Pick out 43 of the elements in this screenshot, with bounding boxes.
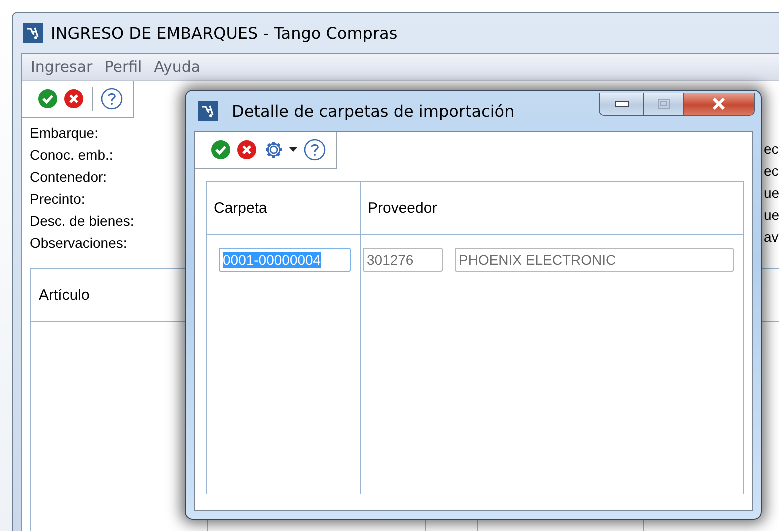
cancel-button[interactable] [64, 89, 84, 109]
check-icon [38, 89, 58, 109]
close-button[interactable] [684, 93, 754, 115]
supplier-name-field[interactable]: PHOENIX ELECTRONIC [455, 248, 734, 272]
field-label: Observaciones: [30, 234, 128, 253]
folder-input[interactable]: 0001-00000004 [219, 248, 351, 272]
maximize-icon [658, 99, 670, 109]
maximize-button[interactable] [644, 93, 684, 115]
confirm-button[interactable] [38, 89, 58, 109]
dialog-title: Detalle de carpetas de importación [232, 102, 515, 120]
column-header: Proveedor [368, 200, 438, 216]
app-logo-icon [23, 23, 43, 43]
confirm-button[interactable] [211, 140, 231, 160]
supplier-code-field[interactable]: 301276 [363, 248, 443, 272]
field-label: Embarque: [30, 124, 98, 143]
field-label: av [764, 228, 779, 247]
field-label: Contenedor: [30, 168, 108, 187]
window-title: INGRESO DE EMBARQUES - Tango Compras [51, 24, 398, 42]
help-button[interactable] [304, 139, 326, 161]
minimize-button[interactable] [600, 93, 644, 115]
caret-icon [289, 147, 298, 153]
close-icon [712, 98, 726, 110]
field-label: ec [764, 140, 779, 159]
field-label: Conoc. emb.: [30, 146, 114, 165]
menu-item[interactable]: Ingresar [26, 58, 98, 76]
field-label: Desc. de bienes: [30, 212, 134, 231]
check-icon [211, 140, 231, 160]
settings-button[interactable] [263, 139, 298, 161]
menu-item[interactable]: Perfil [100, 58, 148, 76]
field-label: ue [764, 206, 779, 225]
settings-icon [263, 139, 285, 161]
cancel-icon [64, 89, 84, 109]
field-label: Precinto: [30, 190, 86, 209]
menu-item[interactable]: Ayuda [149, 58, 206, 76]
column-header: Artículo [39, 286, 90, 304]
field-label: ue [764, 184, 779, 203]
app-logo-icon [198, 101, 218, 121]
column-header: Carpeta [214, 200, 268, 216]
field-label: ec [764, 162, 779, 181]
cancel-icon [237, 140, 257, 160]
minimize-icon [614, 101, 628, 107]
help-button[interactable] [101, 88, 123, 110]
cancel-button[interactable] [237, 140, 257, 160]
